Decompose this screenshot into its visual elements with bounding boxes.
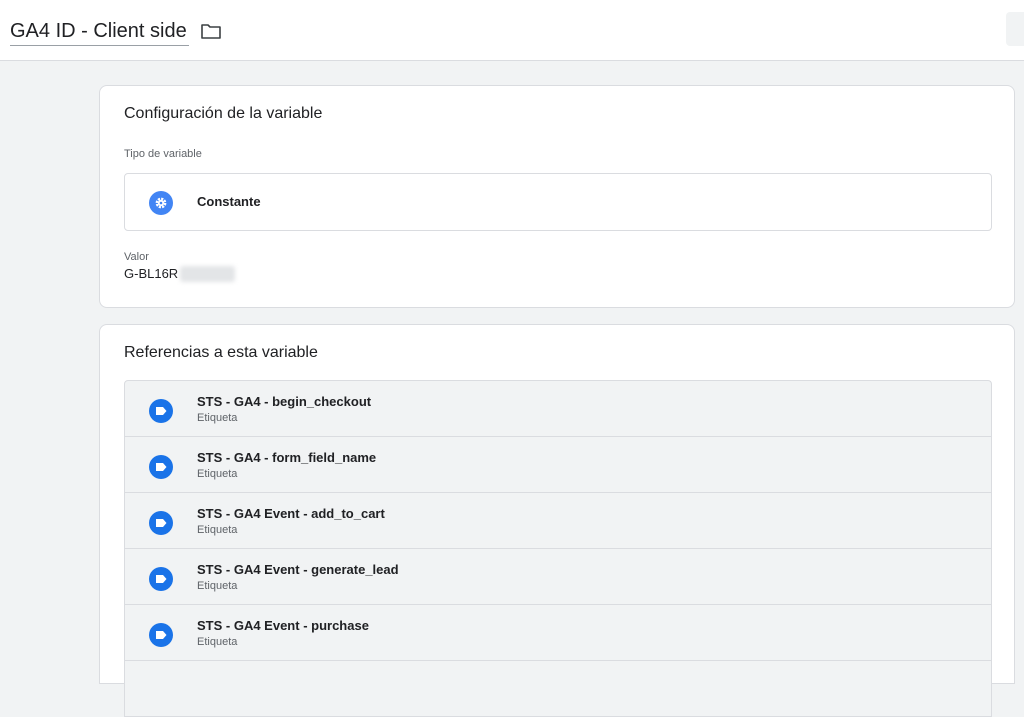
tag-icon [149,399,173,423]
value-text: G-BL16R [124,266,179,281]
reference-type: Etiqueta [197,580,238,592]
reference-name: STS - GA4 Event - purchase [197,618,369,633]
tag-icon [149,567,173,591]
title-field[interactable]: GA4 ID - Client side [10,18,189,46]
reference-type: Etiqueta [197,636,238,648]
reference-row[interactable]: STS - GA4 Event - generate_lead Etiqueta [125,549,991,605]
tag-icon [149,623,173,647]
page-title[interactable]: GA4 ID - Client side [10,18,187,44]
reference-name: STS - GA4 - form_field_name [197,450,377,465]
reference-row[interactable]: STS - GA4 Event - purchase Etiqueta [125,605,991,661]
references-card: Referencias a esta variable STS - GA4 - … [99,324,1015,717]
tag-icon [149,511,173,535]
variable-type-name: Constante [197,194,261,209]
reference-type: Etiqueta [197,524,238,536]
gear-icon [149,191,173,215]
reference-row[interactable]: STS - GA4 - form_field_name Etiqueta [125,437,991,493]
config-card-title: Configuración de la variable [124,105,323,122]
variable-type-selector[interactable]: Constante [124,173,992,231]
reference-name: STS - GA4 Event - add_to_cart [197,506,385,521]
redacted-value-mask [180,266,235,282]
references-card-title: Referencias a esta variable [124,344,318,361]
tag-icon [149,455,173,479]
reference-type: Etiqueta [197,412,238,424]
value-label: Valor [124,251,149,263]
variable-config-card[interactable]: Configuración de la variable Tipo de var… [99,85,1015,308]
top-bar: GA4 ID - Client side [0,0,1024,61]
reference-row[interactable]: STS - GA4 Event - add_to_cart Etiqueta [125,493,991,549]
reference-row[interactable] [125,661,991,717]
references-list: STS - GA4 - begin_checkout Etiqueta STS … [124,380,992,717]
variable-type-label: Tipo de variable [124,148,202,160]
header-action-button[interactable] [1006,12,1024,46]
reference-type: Etiqueta [197,468,238,480]
reference-name: STS - GA4 Event - generate_lead [197,562,399,577]
reference-row[interactable]: STS - GA4 - begin_checkout Etiqueta [125,381,991,437]
reference-name: STS - GA4 - begin_checkout [197,394,372,409]
folder-icon[interactable] [200,22,222,40]
